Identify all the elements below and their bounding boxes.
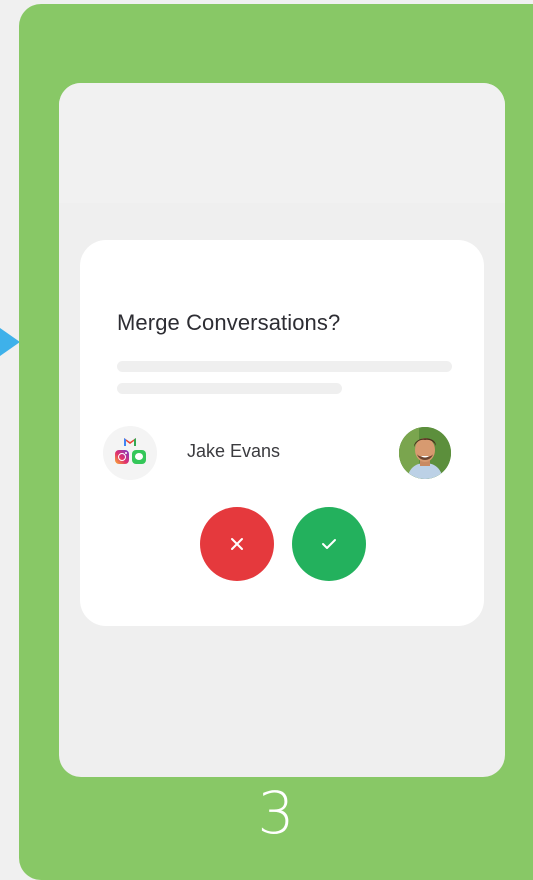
- avatar: [399, 427, 451, 479]
- merge-dialog: Merge Conversations? Jake Evans: [80, 240, 484, 626]
- step-number: 3: [257, 779, 295, 847]
- gmail-icon: [124, 438, 136, 446]
- close-icon: [231, 538, 243, 550]
- dialog-title: Merge Conversations?: [117, 310, 341, 335]
- imessage-icon: [132, 450, 146, 464]
- placeholder-line: [117, 361, 452, 372]
- contact-name: Jake Evans: [187, 441, 281, 461]
- phone-screen: Merge Conversations? Jake Evans: [59, 83, 505, 777]
- accept-button[interactable]: [292, 507, 366, 581]
- placeholder-line: [117, 383, 342, 394]
- screen-header-area: [59, 83, 505, 203]
- check-icon: [322, 539, 336, 549]
- reject-button[interactable]: [200, 507, 274, 581]
- channels-badge: [103, 426, 157, 480]
- pointer-arrow-icon: [0, 328, 20, 356]
- instagram-icon: [115, 450, 129, 464]
- avatar-photo: [399, 427, 451, 479]
